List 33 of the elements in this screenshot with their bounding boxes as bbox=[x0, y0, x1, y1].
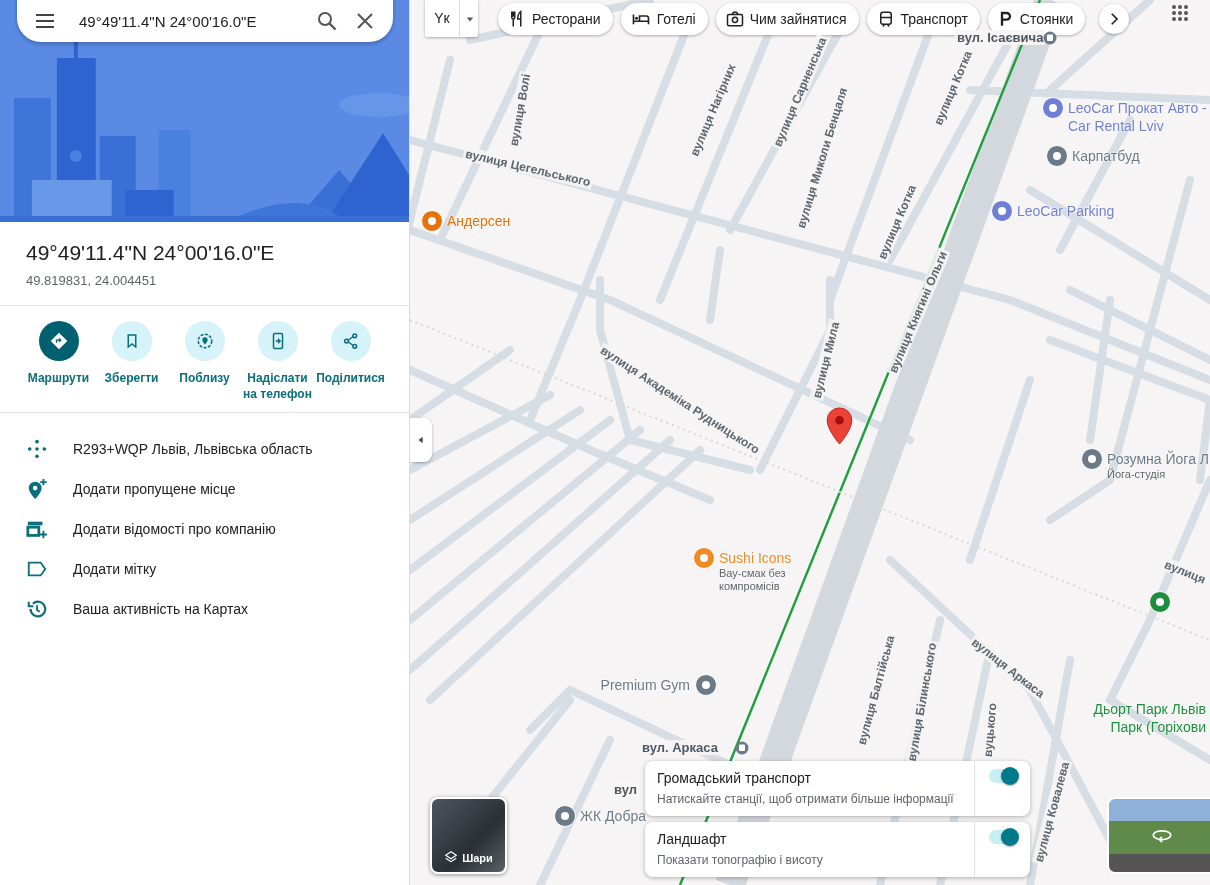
action-button[interactable]: Надіслати на телефон bbox=[241, 321, 314, 402]
place-label[interactable]: ЖК Добра bbox=[580, 807, 646, 825]
place-label[interactable]: LeoCar Прокат Авто - Car Rental Lviv bbox=[1068, 99, 1210, 135]
layer-title: Громадський транспорт bbox=[657, 770, 812, 786]
layer-title: Ландшафт bbox=[657, 831, 728, 847]
place-label[interactable]: LeoCar Parking bbox=[1017, 202, 1115, 220]
category-chip[interactable]: Ресторани bbox=[498, 3, 613, 35]
place-label[interactable]: Карпатбуд bbox=[1072, 147, 1140, 165]
input-tools-button[interactable]: Yк bbox=[425, 0, 478, 37]
search-field[interactable]: 49°49'11.4"N 24°00'16.0"E bbox=[17, 0, 393, 42]
place-title: 49°49'11.4"N 24°00'16.0"E bbox=[26, 240, 276, 266]
category-chip[interactable]: Чим зайнятися bbox=[715, 3, 859, 35]
layer-description: Натискайте станції, щоб отримати більше інформації bbox=[657, 792, 955, 806]
place-label[interactable]: Розумна Йога Л Йога-студія bbox=[1107, 450, 1209, 481]
detail-item[interactable]: Додати відомості про компанію bbox=[73, 521, 276, 537]
action-button[interactable]: Поблизу bbox=[168, 321, 241, 402]
place-label[interactable]: Sushi Icons Вау-смак без компромісів bbox=[719, 549, 799, 593]
detail-item[interactable]: R293+WQP Львів, Львівська область bbox=[73, 441, 313, 457]
action-button[interactable]: Зберегти bbox=[95, 321, 168, 402]
transit-stop-label: вул. Аркаса bbox=[640, 740, 720, 755]
detail-item[interactable]: Додати мітку bbox=[73, 561, 157, 577]
category-chip[interactable]: Транспорт bbox=[866, 3, 980, 35]
action-button[interactable]: Поділитися bbox=[314, 321, 387, 402]
layer-description: Показати топографію і висоту bbox=[657, 853, 824, 867]
place-label[interactable]: Дьорт Парк Львів Парк (Горіхови bbox=[1081, 700, 1206, 736]
detail-item[interactable]: Додати пропущене місце bbox=[73, 481, 236, 497]
transit-stop-label: вул. Ісаєвича bbox=[955, 30, 1046, 45]
coordinates-text: 49.819831, 24.004451 bbox=[26, 273, 158, 288]
place-label[interactable]: Premium Gym bbox=[600, 676, 690, 694]
category-chip[interactable]: Готелі bbox=[620, 3, 708, 35]
layers-button[interactable]: Шари bbox=[430, 797, 507, 874]
action-button[interactable]: Маршрути bbox=[22, 321, 95, 402]
detail-item[interactable]: Ваша активність на Картах bbox=[73, 601, 249, 617]
